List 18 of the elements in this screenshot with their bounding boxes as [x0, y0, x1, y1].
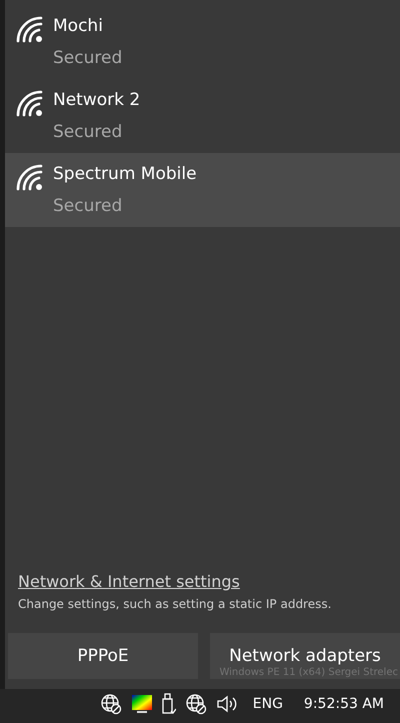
globe-blocked-icon[interactable]	[100, 693, 122, 715]
network-status: Secured	[53, 195, 124, 217]
color-monitor-icon[interactable]	[130, 694, 153, 714]
network-status: Secured	[53, 121, 124, 143]
settings-link[interactable]: Network & Internet settings	[18, 572, 240, 591]
language-indicator[interactable]: ENG	[252, 696, 283, 712]
clock-time[interactable]: 9:52:53 AM	[304, 696, 384, 712]
network-item[interactable]: Spectrum Mobile Secured	[5, 153, 400, 227]
settings-description: Change settings, such as setting a static IP address.	[18, 597, 332, 611]
network-item[interactable]: Network 2 Secured	[5, 79, 400, 153]
network-name: Spectrum Mobile	[53, 163, 197, 185]
network-name: Network 2	[53, 89, 140, 111]
network-name: Mochi	[53, 15, 104, 37]
network-status: Secured	[53, 47, 122, 69]
usb-drive-icon[interactable]	[162, 693, 176, 715]
network-item[interactable]: Mochi Secured	[5, 5, 400, 79]
globe-blocked-icon[interactable]	[184, 693, 207, 715]
quick-action-button[interactable]: PPPoE	[8, 633, 198, 679]
